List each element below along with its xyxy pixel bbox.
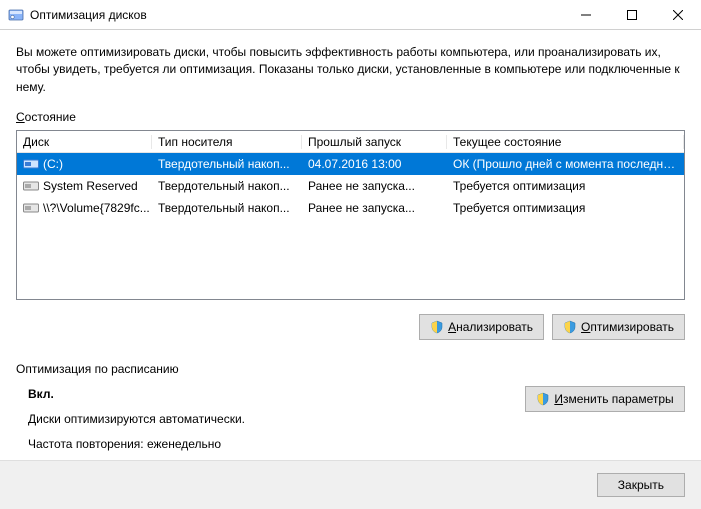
col-media-header[interactable]: Тип носителя <box>152 135 302 149</box>
close-button[interactable]: Закрыть <box>597 473 685 497</box>
optimize-button[interactable]: Оптимизировать <box>552 314 685 340</box>
shield-icon <box>563 320 577 334</box>
schedule-freq-text: Частота повторения: еженедельно <box>28 436 525 453</box>
drive-status: Требуется оптимизация <box>447 201 684 215</box>
drive-last-run: Ранее не запуска... <box>302 179 447 193</box>
minimize-button[interactable] <box>563 0 609 30</box>
shield-icon <box>536 392 550 406</box>
maximize-button[interactable] <box>609 0 655 30</box>
col-last-header[interactable]: Прошлый запуск <box>302 135 447 149</box>
drive-last-run: 04.07.2016 13:00 <box>302 157 447 171</box>
shield-icon <box>430 320 444 334</box>
state-section-label: Состояние <box>16 110 685 124</box>
window-title: Оптимизация дисков <box>30 8 563 22</box>
drive-media: Твердотельный накоп... <box>152 201 302 215</box>
close-window-button[interactable] <box>655 0 701 30</box>
drive-row[interactable]: \\?\Volume{7829fc... Твердотельный накоп… <box>17 197 684 219</box>
change-settings-button[interactable]: Изменить параметры <box>525 386 685 412</box>
intro-text: Вы можете оптимизировать диски, чтобы по… <box>16 44 685 96</box>
app-icon <box>8 7 24 23</box>
column-headers[interactable]: Диск Тип носителя Прошлый запуск Текущее… <box>17 131 684 153</box>
drive-name: System Reserved <box>43 179 138 193</box>
drive-media: Твердотельный накоп... <box>152 179 302 193</box>
analyze-button[interactable]: Анализировать <box>419 314 544 340</box>
drive-status: Требуется оптимизация <box>447 179 684 193</box>
drive-last-run: Ранее не запуска... <box>302 201 447 215</box>
drive-name: \\?\Volume{7829fc... <box>43 201 150 215</box>
drive-name: (C:) <box>43 157 63 171</box>
schedule-on: Вкл. <box>28 387 54 401</box>
drive-media: Твердотельный накоп... <box>152 157 302 171</box>
window-titlebar: Оптимизация дисков <box>0 0 701 30</box>
drive-status: ОК (Прошло дней с момента последне... <box>447 157 684 171</box>
dialog-footer: Закрыть <box>0 460 701 509</box>
schedule-auto-text: Диски оптимизируются автоматически. <box>28 411 525 428</box>
drive-row[interactable]: (C:) Твердотельный накоп... 04.07.2016 1… <box>17 153 684 175</box>
schedule-section-label: Оптимизация по расписанию <box>16 362 685 376</box>
drive-row[interactable]: System Reserved Твердотельный накоп... Р… <box>17 175 684 197</box>
schedule-info: Вкл. Диски оптимизируются автоматически.… <box>16 386 525 460</box>
drive-icon <box>23 158 39 170</box>
drive-list[interactable]: Диск Тип носителя Прошлый запуск Текущее… <box>16 130 685 300</box>
col-status-header[interactable]: Текущее состояние <box>447 135 684 149</box>
drive-icon <box>23 180 39 192</box>
drive-icon <box>23 202 39 214</box>
col-disk-header[interactable]: Диск <box>17 135 152 149</box>
